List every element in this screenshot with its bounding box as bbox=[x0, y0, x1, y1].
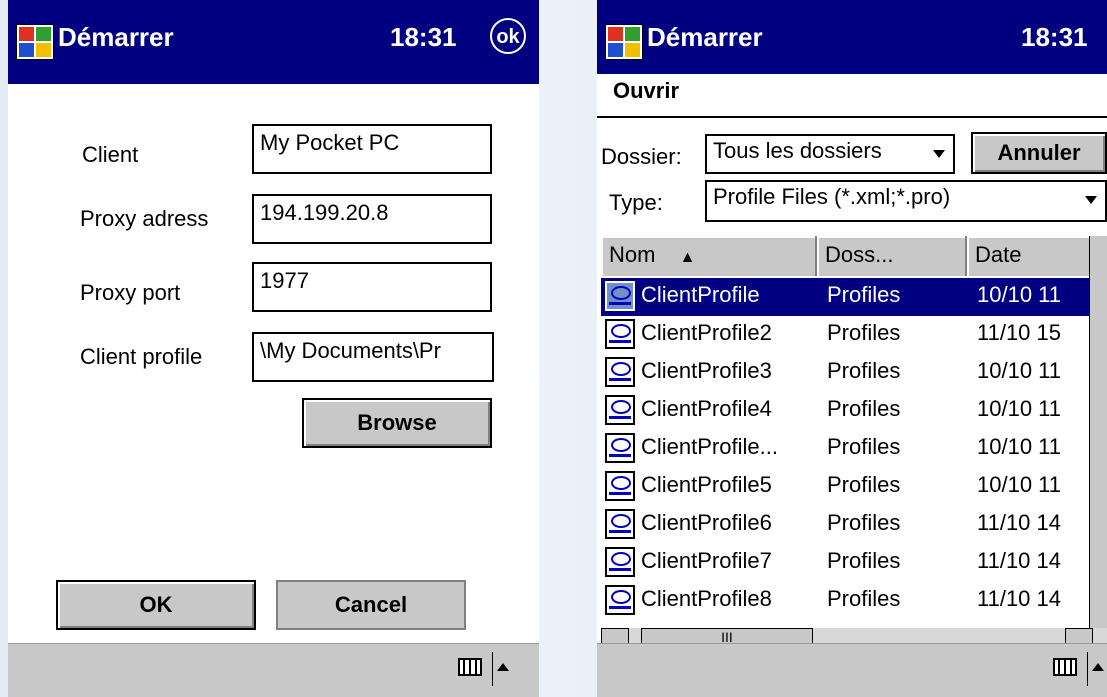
type-select-value: Profile Files (*.xml;*.pro) bbox=[713, 184, 951, 209]
proxy-address-label: Proxy adress bbox=[80, 206, 209, 231]
dialog-title: Ouvrir bbox=[613, 78, 680, 103]
proxy-address-input[interactable]: 194.199.20.8 bbox=[252, 194, 492, 244]
folder-label: Dossier: bbox=[601, 144, 682, 169]
file-date: 11/10 14 bbox=[977, 548, 1062, 573]
client-profile-input[interactable]: \My Documents\Pr bbox=[252, 332, 494, 382]
xml-file-icon bbox=[605, 357, 635, 387]
file-name: ClientProfile8 bbox=[641, 586, 772, 611]
file-name: ClientProfile... bbox=[641, 434, 778, 459]
divider bbox=[597, 116, 1107, 118]
file-row[interactable]: ClientProfile Profiles 10/10 11 bbox=[601, 278, 1107, 316]
column-header-date[interactable]: Date bbox=[967, 236, 1107, 276]
xml-file-icon bbox=[605, 319, 635, 349]
file-row[interactable]: ClientProfile3 Profiles 10/10 11 bbox=[601, 354, 1107, 392]
xml-file-icon bbox=[605, 509, 635, 539]
clock: 18:31 bbox=[390, 22, 457, 52]
file-name: ClientProfile6 bbox=[641, 510, 772, 535]
file-date: 10/10 11 bbox=[977, 434, 1062, 459]
type-select[interactable]: Profile Files (*.xml;*.pro) bbox=[705, 180, 1107, 222]
proxy-port-input[interactable]: 1977 bbox=[252, 262, 492, 312]
start-icon[interactable] bbox=[16, 24, 54, 60]
client-input[interactable]: My Pocket PC bbox=[252, 124, 492, 174]
proxy-port-label: Proxy port bbox=[80, 280, 181, 305]
start-menu-label[interactable]: Démarrer bbox=[647, 22, 763, 53]
folder-select-value: Tous les dossiers bbox=[713, 138, 882, 163]
menu-bar bbox=[8, 643, 539, 697]
file-folder: Profiles bbox=[827, 586, 901, 611]
file-row[interactable]: ClientProfile4 Profiles 10/10 11 bbox=[601, 392, 1107, 430]
ok-icon[interactable]: ok bbox=[490, 18, 526, 54]
sort-ascending-icon: ▲ bbox=[679, 249, 696, 266]
input-menu-arrow-icon[interactable] bbox=[1092, 663, 1104, 671]
keyboard-icon[interactable] bbox=[458, 658, 482, 676]
file-folder: Profiles bbox=[827, 472, 901, 497]
xml-file-icon bbox=[605, 281, 635, 311]
ok-button[interactable]: OK bbox=[56, 580, 256, 630]
xml-file-icon bbox=[605, 433, 635, 463]
file-row[interactable]: ClientProfile8 Profiles 11/10 14 bbox=[601, 582, 1107, 620]
file-folder: Profiles bbox=[827, 282, 901, 307]
file-row[interactable]: ClientProfile5 Profiles 10/10 11 bbox=[601, 468, 1107, 506]
start-menu-label[interactable]: Démarrer bbox=[58, 22, 174, 53]
xml-file-icon bbox=[605, 395, 635, 425]
file-folder: Profiles bbox=[827, 320, 901, 345]
file-row[interactable]: ClientProfile6 Profiles 11/10 14 bbox=[601, 506, 1107, 544]
cancel-button[interactable]: Cancel bbox=[276, 580, 466, 630]
xml-file-icon bbox=[605, 547, 635, 577]
cancel-button[interactable]: Annuler bbox=[971, 132, 1107, 174]
xml-file-icon bbox=[605, 471, 635, 501]
title-bar: Démarrer 18:31 ok bbox=[8, 0, 539, 84]
type-label: Type: bbox=[609, 190, 663, 215]
settings-screen: Démarrer 18:31 ok Client My Pocket PC Pr… bbox=[8, 0, 539, 697]
file-folder: Profiles bbox=[827, 548, 901, 573]
file-folder: Profiles bbox=[827, 434, 901, 459]
file-row[interactable]: ClientProfile... Profiles 10/10 11 bbox=[601, 430, 1107, 468]
file-name: ClientProfile2 bbox=[641, 320, 772, 345]
file-date: 11/10 14 bbox=[977, 510, 1062, 535]
column-header-folder[interactable]: Doss... bbox=[817, 236, 967, 276]
file-name: ClientProfile3 bbox=[641, 358, 772, 383]
file-date: 10/10 11 bbox=[977, 358, 1062, 383]
start-icon[interactable] bbox=[605, 24, 643, 60]
menu-bar bbox=[597, 643, 1107, 697]
file-date: 11/10 15 bbox=[977, 320, 1062, 345]
file-name: ClientProfile4 bbox=[641, 396, 772, 421]
file-list[interactable]: Nom ▲ Doss... Date ClientProfile Profiles… bbox=[601, 236, 1107, 628]
file-folder: Profiles bbox=[827, 510, 901, 535]
file-date: 11/10 14 bbox=[977, 586, 1062, 611]
title-bar: Démarrer 18:31 bbox=[597, 0, 1107, 74]
input-menu-arrow-icon[interactable] bbox=[497, 663, 509, 671]
file-name: ClientProfile7 bbox=[641, 548, 772, 573]
clock: 18:31 bbox=[1021, 22, 1088, 52]
file-name: ClientProfile bbox=[641, 282, 760, 307]
file-row[interactable]: ClientProfile7 Profiles 11/10 14 bbox=[601, 544, 1107, 582]
file-row[interactable]: ClientProfile2 Profiles 11/10 15 bbox=[601, 316, 1107, 354]
browse-button[interactable]: Browse bbox=[302, 398, 492, 448]
column-header-name[interactable]: Nom ▲ bbox=[601, 236, 817, 276]
divider bbox=[1087, 652, 1088, 686]
open-dialog-screen: Démarrer 18:31 Ouvrir Dossier: Tous les … bbox=[597, 0, 1107, 697]
chevron-down-icon bbox=[1085, 196, 1097, 204]
folder-select[interactable]: Tous les dossiers bbox=[705, 134, 955, 174]
file-date: 10/10 11 bbox=[977, 396, 1062, 421]
xml-file-icon bbox=[605, 585, 635, 615]
client-profile-label: Client profile bbox=[80, 344, 203, 369]
file-date: 10/10 11 bbox=[977, 472, 1062, 497]
file-folder: Profiles bbox=[827, 358, 901, 383]
file-date: 10/10 11 bbox=[977, 282, 1062, 307]
file-folder: Profiles bbox=[827, 396, 901, 421]
file-name: ClientProfile5 bbox=[641, 472, 772, 497]
divider bbox=[492, 652, 493, 686]
keyboard-icon[interactable] bbox=[1053, 658, 1077, 676]
chevron-down-icon bbox=[933, 150, 945, 158]
vertical-scrollbar[interactable] bbox=[1089, 236, 1107, 628]
file-list-header: Nom ▲ Doss... Date bbox=[601, 236, 1107, 276]
client-label: Client bbox=[82, 142, 139, 167]
